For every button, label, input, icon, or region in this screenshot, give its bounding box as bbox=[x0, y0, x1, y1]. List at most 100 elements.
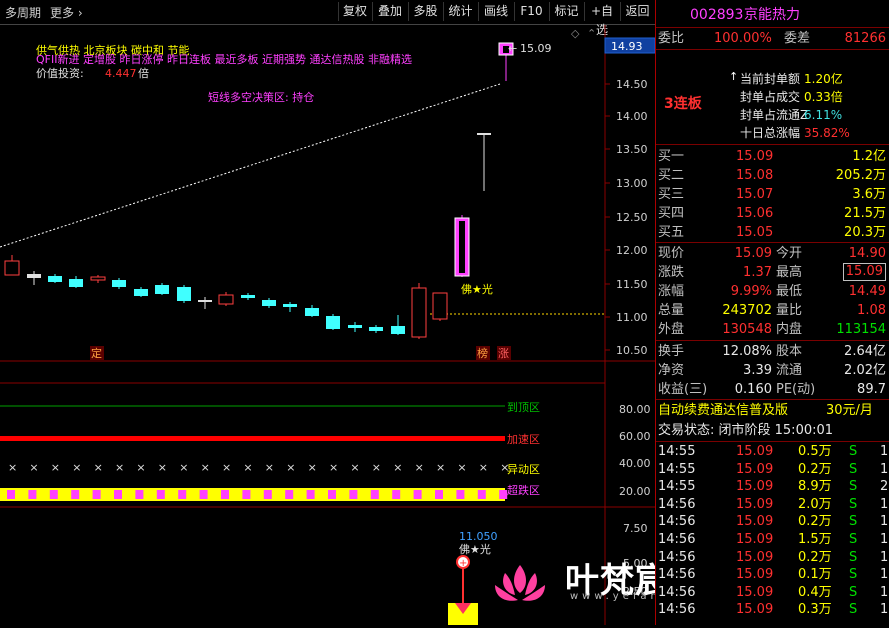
bid-row[interactable]: 买五 15.05 20.3万 bbox=[656, 223, 889, 242]
indicator-tick: 20.00 bbox=[619, 485, 651, 498]
toolbar-button-5[interactable]: F10 bbox=[514, 2, 548, 21]
diamond-icon[interactable]: ◇ bbox=[571, 27, 580, 40]
trade-side: S bbox=[849, 532, 858, 547]
toolbar-button-2[interactable]: 多股 bbox=[408, 2, 442, 21]
toolbar-button-3[interactable]: 统计 bbox=[443, 2, 477, 21]
x-mark-icon: × bbox=[479, 461, 488, 474]
oversold-tick bbox=[221, 490, 229, 499]
trade-price: 15.09 bbox=[736, 479, 774, 495]
trade-volume: 0.3万 bbox=[798, 602, 832, 618]
trade-row[interactable]: 14:56 15.09 0.4万 S 1 bbox=[656, 584, 889, 601]
candle-body bbox=[326, 316, 340, 329]
toolbar-button-8[interactable]: 返回 bbox=[620, 2, 654, 21]
toolbar-button-1[interactable]: 叠加 bbox=[372, 2, 407, 21]
more-button[interactable]: 更多 › bbox=[50, 4, 83, 21]
trade-count: 1 bbox=[880, 584, 889, 600]
divider bbox=[656, 441, 889, 442]
arrow-up-icon: ↑ bbox=[729, 70, 739, 83]
trade-price: 15.09 bbox=[736, 461, 774, 477]
trend-line bbox=[0, 83, 501, 248]
trade-row[interactable]: 14:55 15.09 0.5万 S 1 bbox=[656, 443, 889, 460]
toolbar-button-0[interactable]: 复权 bbox=[338, 2, 371, 21]
candle-body bbox=[477, 133, 491, 135]
trade-row[interactable]: 14:55 15.09 0.2万 S 1 bbox=[656, 461, 889, 478]
trade-row[interactable]: 14:56 15.09 2.0万 S 1 bbox=[656, 496, 889, 513]
oversold-tick bbox=[435, 490, 443, 499]
candle-body bbox=[391, 326, 405, 334]
x-mark-icon: × bbox=[393, 461, 402, 474]
kline-chart[interactable]: 14.50 14.00 13.50 13.00 12.50 12.00 11.50 11.00… bbox=[0, 25, 656, 625]
trade-side: S bbox=[849, 444, 858, 459]
bid-price: 15.07 bbox=[736, 187, 774, 202]
bid-row[interactable]: 买一 15.09 1.2亿 bbox=[656, 147, 889, 166]
divider bbox=[656, 242, 889, 243]
period-button[interactable]: 多周期 bbox=[5, 4, 41, 21]
promo-price: 30元/月 bbox=[826, 403, 873, 418]
x-mark-icon: × bbox=[179, 461, 188, 474]
x-mark-icon: × bbox=[201, 461, 210, 474]
trade-time: 14:55 bbox=[658, 461, 696, 477]
oversold-tick bbox=[263, 490, 272, 499]
toolbar-button-6[interactable]: 标记 bbox=[549, 2, 583, 21]
fundamental-row: 净资 3.39 流通 2.02亿 bbox=[656, 361, 889, 380]
stock-name: 京能热力 bbox=[744, 7, 800, 23]
trade-time: 14:56 bbox=[658, 496, 696, 512]
stock-header: 002893 京能热力 bbox=[656, 6, 889, 25]
candle-body bbox=[241, 295, 255, 298]
chevron-up-icon[interactable]: ⌃ bbox=[587, 27, 596, 40]
indicator-tick: 60.00 bbox=[619, 430, 651, 443]
indicator-axis: 80.00 60.00 40.00 20.00 bbox=[619, 403, 651, 498]
trade-side: S bbox=[849, 514, 858, 530]
trade-row[interactable]: 14:56 15.09 0.1万 S 1 bbox=[656, 566, 889, 583]
zone-label-top: 到顶区 bbox=[507, 401, 540, 414]
fundamental-value: 3.39 bbox=[743, 363, 772, 378]
trade-count: 1 bbox=[880, 461, 889, 477]
x-mark-icon: × bbox=[286, 461, 295, 474]
quote-value: 14.49 bbox=[848, 284, 886, 299]
anomaly-marks: × × × × × × × × × × × × × × × × × × × × × × × × bbox=[8, 461, 509, 474]
trade-row[interactable]: 14:56 15.09 0.3万 S 1 bbox=[656, 601, 889, 618]
bid-price: 15.08 bbox=[736, 168, 774, 183]
fundamental-label: 流通 bbox=[776, 363, 803, 378]
plus-glyph: + bbox=[459, 558, 467, 569]
chart-canvas: 14.50 14.00 13.50 13.00 12.50 12.00 11.50 11.00… bbox=[0, 25, 656, 625]
oversold-tick bbox=[49, 490, 58, 499]
fundamental-value: 0.160 bbox=[734, 382, 772, 397]
quote-label: 现价 bbox=[658, 246, 685, 261]
toolbar-button-7[interactable]: +自选 bbox=[584, 2, 619, 37]
price-tick: 14.50 bbox=[616, 78, 648, 91]
quote-label: 最低 bbox=[776, 284, 803, 299]
value-label: 价值投资: bbox=[36, 66, 84, 80]
trade-row[interactable]: 14:56 15.09 0.2万 S 1 bbox=[656, 549, 889, 566]
price-axis: 14.50 14.00 13.50 13.00 12.50 12.00 11.50 11.00… bbox=[605, 78, 648, 357]
weicha-label: 委差 bbox=[784, 31, 811, 46]
quote-row: 总量 243702 量比 1.08 bbox=[656, 301, 889, 320]
fundamental-label: 换手 bbox=[658, 344, 685, 359]
x-mark-icon: × bbox=[350, 461, 359, 474]
trade-row[interactable]: 14:56 15.09 1.5万 S 1 bbox=[656, 531, 889, 548]
bid-volume: 21.5万 bbox=[844, 206, 886, 221]
bid-volume: 205.2万 bbox=[835, 168, 886, 183]
x-mark-icon: × bbox=[308, 461, 317, 474]
oversold-tick bbox=[242, 490, 251, 499]
bid-row[interactable]: 买四 15.06 21.5万 bbox=[656, 204, 889, 223]
trade-side: S bbox=[849, 479, 858, 495]
bid-row[interactable]: 买二 15.08 205.2万 bbox=[656, 166, 889, 185]
bid-row[interactable]: 买三 15.07 3.6万 bbox=[656, 185, 889, 204]
quote-panel: 002893 京能热力 委比 100.00% 委差 81266 3连板 当前封单… bbox=[655, 0, 889, 625]
bid-volume: 1.2亿 bbox=[852, 149, 886, 164]
quote-label: 最高 bbox=[776, 265, 803, 280]
trade-row[interactable]: 14:55 15.09 8.9万 S 2 bbox=[656, 478, 889, 495]
trade-row[interactable]: 14:56 15.09 0.2万 S 1 bbox=[656, 513, 889, 530]
trade-count: 1 bbox=[880, 496, 889, 512]
bid-volume: 3.6万 bbox=[852, 187, 886, 202]
promo-row[interactable]: 自动续费通达信普及版 30元/月 bbox=[656, 401, 889, 420]
zone-label-oversold: 超跌区 bbox=[507, 483, 540, 497]
trade-count: 2 bbox=[880, 479, 889, 495]
seal-stat-value: 35.82% bbox=[804, 126, 850, 140]
candle-body bbox=[348, 325, 362, 328]
candle-body bbox=[432, 292, 448, 320]
toolbar-button-4[interactable]: 画线 bbox=[478, 2, 513, 21]
quote-row: 涨跌 1.37 最高 15.09 bbox=[656, 263, 889, 282]
oversold-tick bbox=[28, 490, 37, 499]
